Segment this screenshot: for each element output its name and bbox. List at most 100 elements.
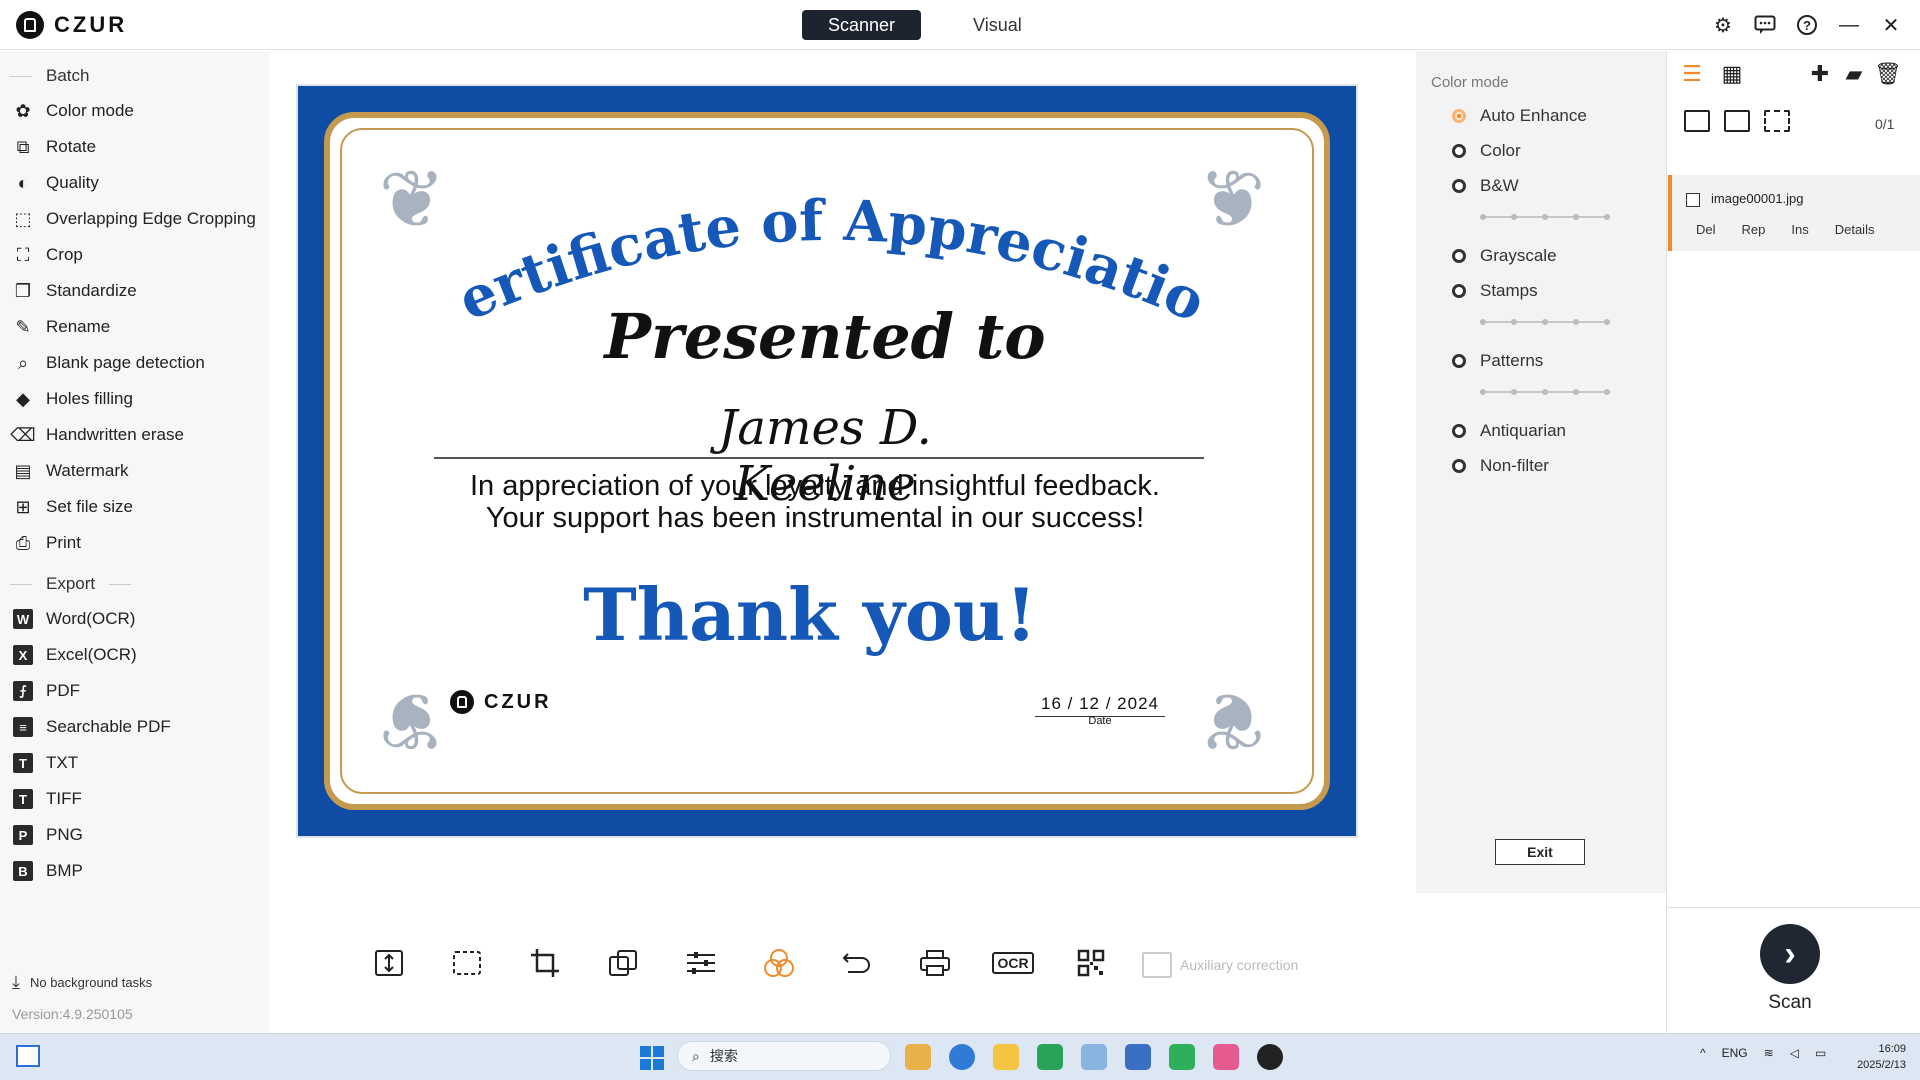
scan-button[interactable]: › [1760,924,1820,984]
start-button[interactable] [640,1046,664,1070]
option-non-filter[interactable]: Non-filter [1452,456,1549,476]
option-auto-enhance[interactable]: Auto Enhance [1452,106,1587,126]
export-item-txt[interactable]: T TXT [0,745,270,781]
bw-slider[interactable] [1480,214,1610,220]
exit-button[interactable]: Exit [1495,839,1585,865]
background-tasks[interactable]: ⤓ No background tasks [12,972,152,993]
folder-icon[interactable]: ▰ [1842,61,1866,86]
option-color[interactable]: Color [1452,141,1521,161]
add-icon[interactable]: ✚ [1808,61,1832,86]
tab-visual[interactable]: Visual [947,10,1048,40]
language-indicator[interactable]: ENG [1722,1046,1748,1060]
select-even-icon[interactable] [1764,110,1790,132]
option-label: Antiquarian [1480,421,1567,440]
details-link[interactable]: Details [1835,222,1875,237]
sidebar-item-label: Set file size [46,497,133,516]
close-icon[interactable]: ✕ [1878,10,1904,40]
sidebar-item-overlapping-edge-cropping[interactable]: ⬚ Overlapping Edge Cropping [0,201,270,237]
taskbar-edge-icon[interactable] [949,1044,975,1070]
printer-icon: ⎙ [15,532,31,553]
ocr-button[interactable]: OCR [974,940,1052,986]
sidebar-item-color-mode[interactable]: ✿ Color mode [0,93,270,129]
adjust-icon[interactable] [662,940,740,986]
export-item-searchable-pdf[interactable]: ≡ Searchable PDF [0,709,270,745]
file-list-item[interactable] [1668,175,1920,251]
grid-view-icon[interactable]: ▦ [1720,61,1744,86]
option-grayscale[interactable]: Grayscale [1452,246,1557,266]
auxiliary-correction-button[interactable]: Auxiliary correction [1142,952,1298,978]
color-mode-icon[interactable] [740,940,818,986]
taskbar-n-icon[interactable] [1169,1044,1195,1070]
export-item-excel[interactable]: X Excel(OCR) [0,637,270,673]
sidebar-item-set-file-size[interactable]: ⊞ Set file size [0,489,270,525]
sidebar-item-quality[interactable]: ◐ Quality [0,165,270,201]
crop-icon[interactable] [506,940,584,986]
undo-icon[interactable] [818,940,896,986]
word-badge: W [13,609,33,629]
sidebar-item-handwritten-erase[interactable]: ⌫ Handwritten erase [0,417,270,453]
png-icon: P [12,824,34,846]
select-all-icon[interactable] [1684,110,1710,132]
select-odd-icon[interactable] [1724,110,1750,132]
taskbar-app-store-icon[interactable] [905,1044,931,1070]
sidebar-item-blank-page-detection[interactable]: ⌕ Blank page detection [0,345,270,381]
gear-icon[interactable]: ⚙ [1710,10,1736,40]
file-item-actions: Del Rep Ins Details [1696,222,1874,237]
export-item-word[interactable]: W Word(OCR) [0,601,270,637]
print-icon[interactable] [896,940,974,986]
insert-link[interactable]: Ins [1791,222,1808,237]
name-underline [434,457,1204,459]
txt-icon: T [12,752,34,774]
qr-code-icon[interactable] [1052,940,1130,986]
sidebar-item-print[interactable]: ⎙ Print [0,525,270,561]
taskbar-chat-icon[interactable] [1037,1044,1063,1070]
taskbar-terminal-icon[interactable] [1125,1044,1151,1070]
volume-icon[interactable]: ◁ [1790,1046,1799,1060]
taskbar-app-icon[interactable] [1213,1044,1239,1070]
sidebar-item-holes-filling[interactable]: ◆ Holes filling [0,381,270,417]
chevron-right-icon: › [1784,934,1796,973]
wifi-icon[interactable]: ≋ [1764,1046,1774,1060]
taskbar-explorer-icon[interactable] [993,1044,1019,1070]
feedback-icon[interactable] [1752,10,1778,40]
view-toggle: ☰ ▦ [1680,61,1744,86]
list-view-icon[interactable]: ☰ [1680,61,1704,86]
option-label: Color [1480,141,1521,160]
patterns-slider[interactable] [1480,389,1610,395]
taskbar-czur-icon[interactable] [1257,1044,1283,1070]
option-antiquarian[interactable]: Antiquarian [1452,421,1566,441]
taskbar-clock[interactable]: 16:09 2025/2/13 [1850,1041,1906,1073]
sidebar-item-rotate[interactable]: ⧉ Rotate [0,129,270,165]
file-checkbox[interactable] [1686,193,1700,207]
flourish-bottom-right: ❦ [1198,676,1266,765]
stamps-slider[interactable] [1480,319,1610,325]
chevron-up-icon[interactable]: ^ [1700,1046,1706,1060]
taskbar-search[interactable]: ⌕ 搜索 [677,1041,891,1071]
export-item-bmp[interactable]: B BMP [0,853,270,889]
delete-link[interactable]: Del [1696,222,1716,237]
sidebar-item-crop[interactable]: ⛶ Crop [0,237,270,273]
export-item-label: BMP [46,861,83,880]
minimize-icon[interactable]: — [1836,10,1862,40]
option-patterns[interactable]: Patterns [1452,351,1543,371]
sidebar-item-watermark[interactable]: ▤ Watermark [0,453,270,489]
svg-text:?: ? [1803,18,1811,33]
option-bw[interactable]: B&W [1452,176,1519,196]
option-stamps[interactable]: Stamps [1452,281,1538,301]
fit-height-icon[interactable] [350,940,428,986]
export-item-tiff[interactable]: T TIFF [0,781,270,817]
export-item-png[interactable]: P PNG [0,817,270,853]
help-icon[interactable]: ? [1794,10,1820,40]
sidebar-item-standardize[interactable]: ❐ Standardize [0,273,270,309]
widgets-icon[interactable] [16,1045,40,1067]
battery-icon[interactable]: ▭ [1815,1046,1826,1060]
trash-icon[interactable]: 🗑 [1874,61,1902,86]
tab-scanner[interactable]: Scanner [802,10,922,40]
sidebar-item-rename[interactable]: ✎ Rename [0,309,270,345]
select-area-icon[interactable] [428,940,506,986]
certificate-date: 16 / 12 / 2024 [1035,694,1165,717]
replace-link[interactable]: Rep [1742,222,1766,237]
rotate-icon[interactable] [584,940,662,986]
taskbar-photos-icon[interactable] [1081,1044,1107,1070]
export-item-pdf[interactable]: ⨍ PDF [0,673,270,709]
